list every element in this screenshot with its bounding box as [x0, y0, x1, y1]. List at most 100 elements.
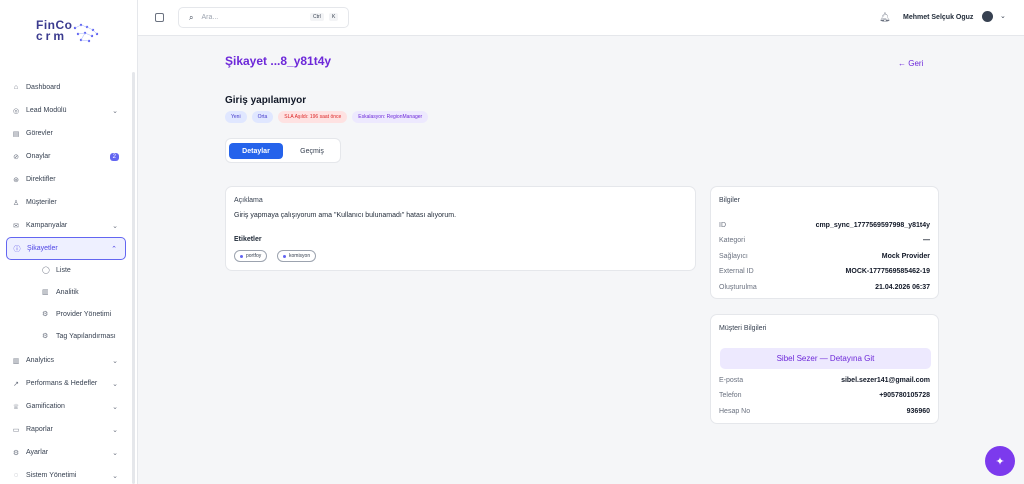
ai-assistant-button[interactable]: ✦: [985, 446, 1015, 476]
customer-detail-button[interactable]: Sibel Sezer — Detayına Git: [720, 348, 931, 369]
sidebar-item-label: Lead Modülü: [26, 107, 67, 114]
customer-card: Müşteri Bilgileri Sibel Sezer — Detayına…: [710, 314, 939, 424]
bar-chart-icon: ▥: [42, 289, 49, 296]
sidebar-item-label: Onaylar: [26, 153, 51, 160]
sidebar-item-analytics[interactable]: ▥ Analytics ⌄: [6, 349, 126, 372]
customer-key: E-posta: [719, 376, 744, 384]
target-icon: ◎: [12, 107, 20, 115]
check-circle-icon: ⊘: [13, 153, 19, 161]
tag-chip[interactable]: komisyon: [277, 250, 317, 262]
sla-badge: SLA Aşıldı: 196 saat önce: [278, 111, 348, 123]
sidebar-item-label: Gamification: [26, 403, 65, 410]
chevron-up-icon: ⌃: [111, 245, 117, 253]
info-card: Bilgiler ID cmp_sync_1777569597998_y81t4…: [710, 186, 939, 299]
customer-key: Telefon: [719, 391, 742, 399]
tag-dot-icon: [240, 254, 243, 258]
sidebar-item-raporlar[interactable]: ▭ Raporlar ⌄: [6, 418, 126, 441]
info-key: ID: [719, 221, 726, 229]
description-text: Giriş yapmaya çalışıyorum ama "Kullanıcı…: [234, 212, 457, 219]
avatar[interactable]: [982, 11, 993, 22]
info-value: —: [923, 236, 930, 244]
search-input[interactable]: ⌕ Ara... Ctrl K: [178, 7, 349, 28]
customer-key: Hesap No: [719, 407, 751, 415]
sidebar-item-gamification[interactable]: ♕ Gamification ⌄: [6, 395, 126, 418]
sidebar-item-lead-modulu[interactable]: ◎ Lead Modülü ⌄: [6, 99, 126, 122]
tab-detaylar[interactable]: Detaylar: [229, 143, 283, 159]
app-logo[interactable]: FinCo crm: [36, 19, 106, 46]
user-name[interactable]: Mehmet Selçuk Oguz: [903, 14, 973, 21]
settings-icon: ⚙: [42, 311, 49, 318]
logo-line2: crm: [36, 29, 68, 43]
sidebar-subitem-provider-yonetimi[interactable]: ⚙ Provider Yönetimi: [6, 303, 126, 325]
info-key: Sağlayıcı: [719, 252, 748, 260]
page-title: Şikayet ...8_y81t4y: [225, 54, 332, 68]
sparkles-icon: ✦: [995, 455, 1005, 468]
status-pills: Yeni Orta SLA Aşıldı: 196 saat önce Eska…: [225, 111, 429, 123]
sidebar-item-label: Analytics: [26, 357, 55, 364]
chevron-down-icon: ⌄: [112, 357, 118, 365]
customer-value: 936960: [906, 407, 930, 415]
sidebar-item-label: Kampanyalar: [26, 222, 68, 229]
tag-label: komisyon: [289, 253, 311, 259]
settings-icon: ⚙: [42, 333, 49, 340]
trophy-icon: ♕: [12, 403, 20, 411]
chevron-down-icon: ⌄: [112, 222, 118, 230]
tag-chip[interactable]: portfoy: [234, 250, 268, 262]
sidebar-item-performans[interactable]: ↗ Performans & Hedefler ⌄: [6, 372, 126, 395]
status-badge: Yeni: [225, 111, 247, 123]
info-row: Sağlayıcı Mock Provider: [719, 250, 930, 262]
sidebar-item-label: Direktifler: [26, 176, 56, 183]
sidebar-item-sikayetler[interactable]: ⓘ Şikayetler ⌃: [6, 237, 126, 260]
circle-icon: ◯: [42, 267, 50, 274]
sidebar: FinCo crm ⌂ Dashboard ◎ Lead Modülü ⌄ ▤ …: [0, 0, 138, 484]
info-row: Oluşturulma 21.04.2026 06:37: [719, 281, 930, 293]
settings-icon: ⚙: [12, 449, 20, 457]
shortcut-key: Ctrl: [310, 13, 324, 21]
sidebar-toggle-icon[interactable]: [155, 13, 164, 22]
search-icon: ⌕: [189, 12, 194, 22]
bell-icon[interactable]: 🔔︎: [879, 12, 890, 23]
sidebar-item-kampanyalar[interactable]: ✉ Kampanyalar ⌄: [6, 214, 126, 237]
sidebar-scrollbar[interactable]: [132, 72, 135, 484]
sidebar-item-label: Dashboard: [26, 84, 61, 91]
sidebar-item-label: Raporlar: [26, 426, 53, 433]
sidebar-item-musteriler[interactable]: ♙ Müşteriler: [6, 191, 126, 214]
topbar: ⌕ Ara... Ctrl K 🔔︎ Mehmet Selçuk Oguz ⌄: [138, 0, 1024, 36]
card-title: Açıklama: [234, 197, 263, 204]
customer-value: sibel.sezer141@gmail.com: [841, 376, 930, 384]
sidebar-item-ayarlar[interactable]: ⚙ Ayarlar ⌄: [6, 441, 126, 464]
back-link[interactable]: ← Geri: [898, 59, 923, 68]
file-icon: ▭: [12, 426, 20, 434]
chevron-down-icon: ⌄: [112, 426, 118, 434]
sidebar-item-gorevler[interactable]: ▤ Görevler: [6, 122, 126, 145]
chevron-down-icon: ⌄: [112, 472, 118, 480]
trending-up-icon: ↗: [13, 380, 19, 388]
shortcut-key: K: [329, 13, 339, 21]
sidebar-item-label: Ayarlar: [26, 449, 49, 456]
sidebar-subitem-label: Analitik: [56, 288, 79, 296]
sidebar-subitem-liste[interactable]: ◯ Liste: [6, 259, 126, 281]
bar-chart-icon: ▥: [12, 357, 20, 365]
chevron-down-icon[interactable]: ⌄: [1000, 12, 1006, 20]
sidebar-subitem-analitik[interactable]: ▥ Analitik: [6, 281, 126, 303]
tag-label: portfoy: [246, 253, 262, 259]
info-value: Mock Provider: [881, 252, 930, 260]
sidebar-item-onaylar[interactable]: ⊘ Onaylar 2: [6, 145, 126, 168]
customer-row: E-posta sibel.sezer141@gmail.com: [719, 374, 930, 386]
logo-network-icon: [73, 23, 99, 43]
sidebar-subitem-tag-yapilandirmasi[interactable]: ⚙ Tag Yapılandırması: [6, 325, 126, 347]
sidebar-nav: ⌂ Dashboard ◎ Lead Modülü ⌄ ▤ Görevler ⊘…: [6, 76, 126, 260]
sidebar-item-label: Şikayetler: [27, 245, 58, 252]
description-card: Açıklama Giriş yapmaya çalışıyorum ama "…: [225, 186, 696, 271]
sidebar-item-direktifler[interactable]: ⊛ Direktifler: [6, 168, 126, 191]
customer-row: Hesap No 936960: [719, 405, 930, 417]
tab-gecmis[interactable]: Geçmiş: [286, 143, 338, 159]
tag-dot-icon: [283, 254, 286, 258]
info-row: ID cmp_sync_1777569597998_y81t4y: [719, 219, 930, 231]
sidebar-item-dashboard[interactable]: ⌂ Dashboard: [6, 76, 126, 99]
info-value: MOCK-1777569585462-19: [845, 267, 930, 275]
count-badge: 2: [109, 152, 119, 161]
shield-icon: ◌: [13, 472, 19, 479]
customer-value: +905780105728: [879, 391, 930, 399]
sidebar-item-sistem-yonetimi[interactable]: ◌ Sistem Yönetimi ⌄: [6, 464, 126, 484]
